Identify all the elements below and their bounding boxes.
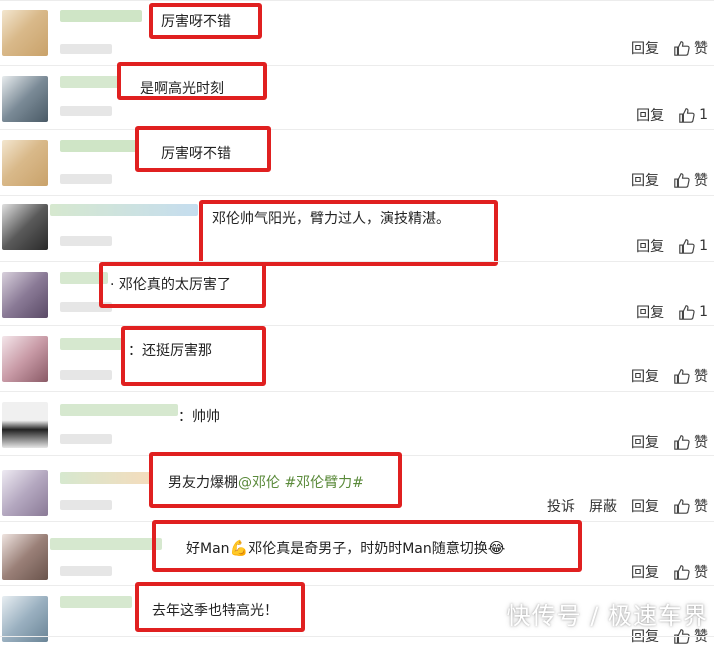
timestamp-blur [60,434,112,444]
username-blur [50,204,198,216]
comment-row: 厉害呀不错 回复 赞 [0,0,714,66]
like-count: 赞 [694,499,708,515]
comment-prefix: ： [178,409,192,425]
like-count: 赞 [694,369,708,385]
like-count: 1 [699,238,708,254]
thumbs-up-icon [674,41,690,56]
avatar[interactable] [2,402,48,448]
username-blur [60,76,120,88]
comment-actions: 投诉 屏蔽 回复 赞 [547,496,708,516]
comment-actions: 回复 赞 [631,38,708,58]
comment-body: 帅帅 [192,409,220,425]
report-button[interactable]: 投诉 [547,496,575,516]
highlight-box [199,200,498,266]
comment-row: · 邓伦真的太厉害了 回复 1 [0,262,714,326]
comment-actions: 回复 1 [636,105,708,125]
username-blur [60,404,178,416]
like-button[interactable]: 赞 [673,562,708,582]
reply-button[interactable]: 回复 [636,236,664,256]
reply-button[interactable]: 回复 [631,38,659,58]
like-button[interactable]: 1 [678,237,708,255]
avatar[interactable] [2,470,48,516]
username-blur [60,10,142,22]
comment-actions: 回复 赞 [631,432,708,452]
timestamp-blur [60,566,112,576]
timestamp-blur [60,236,112,246]
comment-row: 厉害呀不错 回复 赞 [0,126,714,196]
reply-button[interactable]: 回复 [631,562,659,582]
comment-actions: 回复 赞 [631,562,708,582]
username-blur [60,338,122,350]
thumbs-up-icon [679,305,695,320]
highlight-box [149,3,262,39]
timestamp-blur [60,106,112,116]
thumbs-up-icon [674,499,690,514]
avatar[interactable] [2,336,48,382]
thumbs-up-icon [674,435,690,450]
timestamp-blur [60,44,112,54]
avatar[interactable] [2,10,48,56]
comment-row: 是啊高光时刻 回复 1 [0,62,714,130]
like-count: 赞 [694,435,708,451]
like-count: 1 [699,107,708,123]
comment-actions: 回复 1 [636,236,708,256]
avatar[interactable] [2,204,48,250]
highlight-box [152,520,582,572]
comment-actions: 回复 赞 [631,366,708,386]
avatar[interactable] [2,596,48,642]
thumbs-up-icon [679,239,695,254]
like-count: 1 [699,304,708,320]
timestamp-blur [60,500,112,510]
username-blur [60,472,152,484]
comment-row: 好Man💪邓伦真是奇男子，时奶时Man随意切换😂 回复 赞 [0,520,714,586]
like-button[interactable]: 赞 [673,170,708,190]
like-count: 赞 [694,173,708,189]
like-button[interactable]: 赞 [673,38,708,58]
thumbs-up-icon [674,369,690,384]
like-button[interactable]: 1 [678,106,708,124]
highlight-box [149,452,402,508]
avatar[interactable] [2,534,48,580]
like-count: 赞 [694,41,708,57]
watermark: 快传号 / 极速车界 [506,602,708,630]
comment-actions: 回复 赞 [631,170,708,190]
username-blur [50,538,162,550]
highlight-box [117,62,267,100]
block-button[interactable]: 屏蔽 [589,496,617,516]
like-count: 赞 [694,565,708,581]
timestamp-blur [60,370,112,380]
like-button[interactable]: 赞 [673,432,708,452]
highlight-box [121,326,266,386]
avatar[interactable] [2,76,48,122]
highlight-box [99,262,266,308]
username-blur [60,140,138,152]
reply-button[interactable]: 回复 [636,105,664,125]
avatar[interactable] [2,140,48,186]
reply-button[interactable]: 回复 [631,496,659,516]
highlight-box [135,582,305,632]
comment-row: 邓伦帅气阳光，臂力过人，演技精湛。 回复 1 [0,196,714,266]
reply-button[interactable]: 回复 [631,366,659,386]
comment-row: ：帅帅 回复 赞 [0,392,714,456]
timestamp-blur [60,174,112,184]
reply-button[interactable]: 回复 [631,170,659,190]
username-blur [60,596,132,608]
comment-text: ：帅帅 [178,406,220,426]
like-button[interactable]: 赞 [673,496,708,516]
comment-row: 男友力爆棚@邓伦 #邓伦臂力# 投诉 屏蔽 回复 赞 [0,452,714,522]
thumbs-up-icon [679,108,695,123]
like-button[interactable]: 赞 [673,366,708,386]
highlight-box [135,126,271,172]
like-button[interactable]: 1 [678,303,708,321]
comment-row: ：还挺厉害那 回复 赞 [0,326,714,392]
reply-button[interactable]: 回复 [636,302,664,322]
comment-actions: 回复 1 [636,302,708,322]
avatar[interactable] [2,272,48,318]
thumbs-up-icon [674,173,690,188]
thumbs-up-icon [674,565,690,580]
reply-button[interactable]: 回复 [631,432,659,452]
